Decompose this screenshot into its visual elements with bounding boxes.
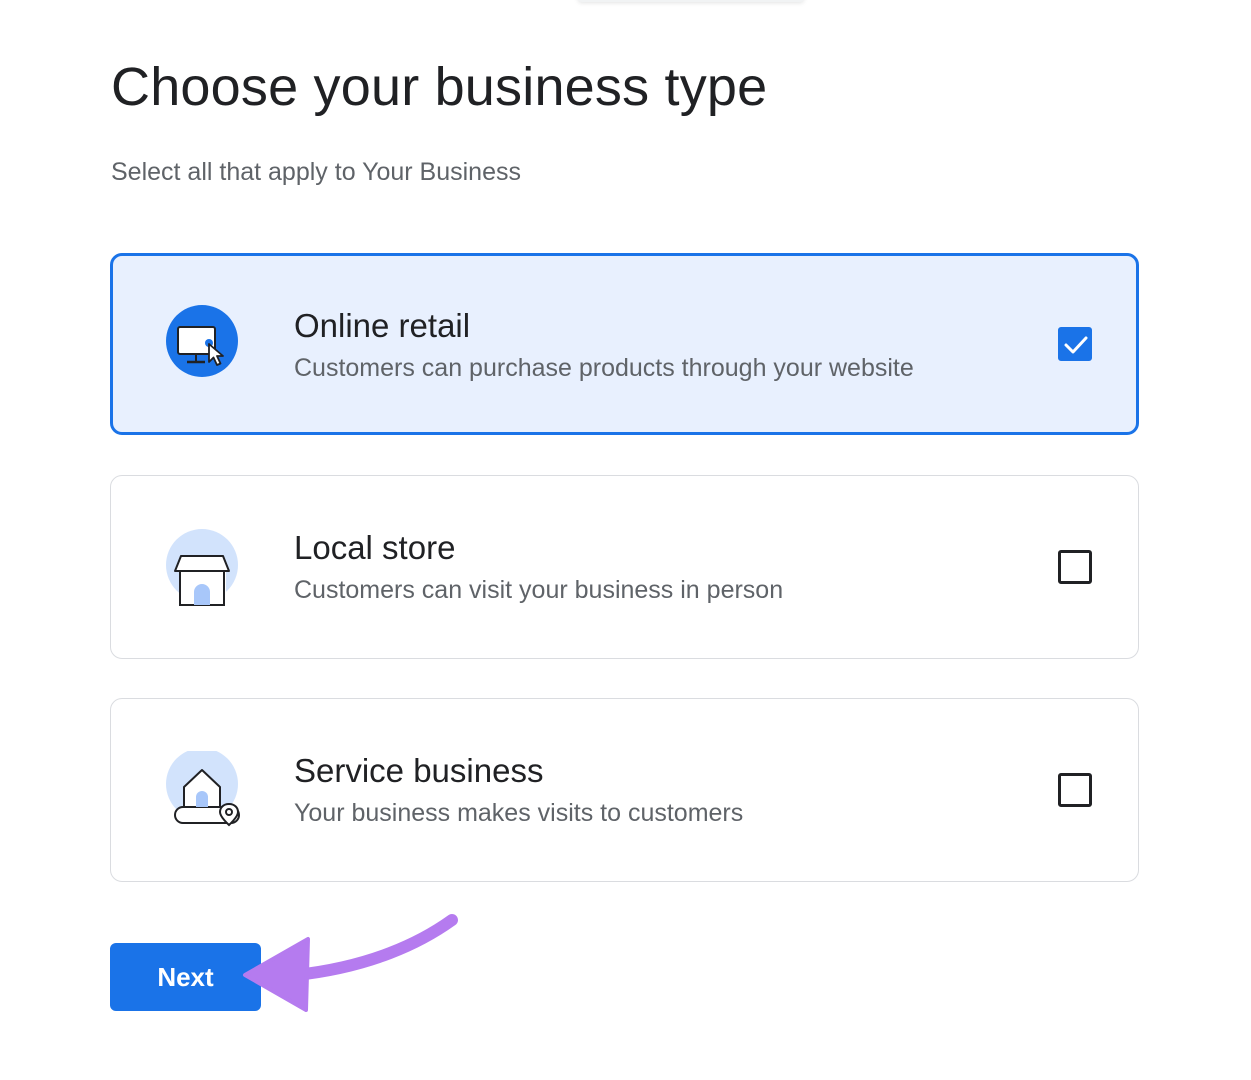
storefront-icon <box>165 528 243 606</box>
option-description: Your business makes visits to customers <box>294 799 744 827</box>
top-edge-element <box>578 0 804 2</box>
annotation-arrow-icon <box>243 914 458 1012</box>
checkmark-icon <box>1064 336 1088 354</box>
option-title: Online retail <box>294 307 471 344</box>
option-card-online-retail[interactable]: Online retail Customers can purchase pro… <box>110 253 1139 435</box>
house-location-icon <box>165 748 243 829</box>
page-subtitle: Select all that apply to Your Business <box>111 158 521 186</box>
page-title: Choose your business type <box>111 57 768 117</box>
option-card-local-store[interactable]: Local store Customers can visit your bus… <box>110 475 1139 659</box>
option-card-service-business[interactable]: Service business Your business makes vis… <box>110 698 1139 882</box>
monitor-cursor-icon <box>165 305 243 383</box>
local-store-checkbox[interactable] <box>1058 550 1092 584</box>
online-retail-checkbox[interactable] <box>1058 327 1092 361</box>
service-business-checkbox[interactable] <box>1058 773 1092 807</box>
option-description: Customers can purchase products through … <box>294 354 914 382</box>
option-title: Local store <box>294 529 456 566</box>
option-description: Customers can visit your business in per… <box>294 576 784 604</box>
option-title: Service business <box>294 752 544 789</box>
